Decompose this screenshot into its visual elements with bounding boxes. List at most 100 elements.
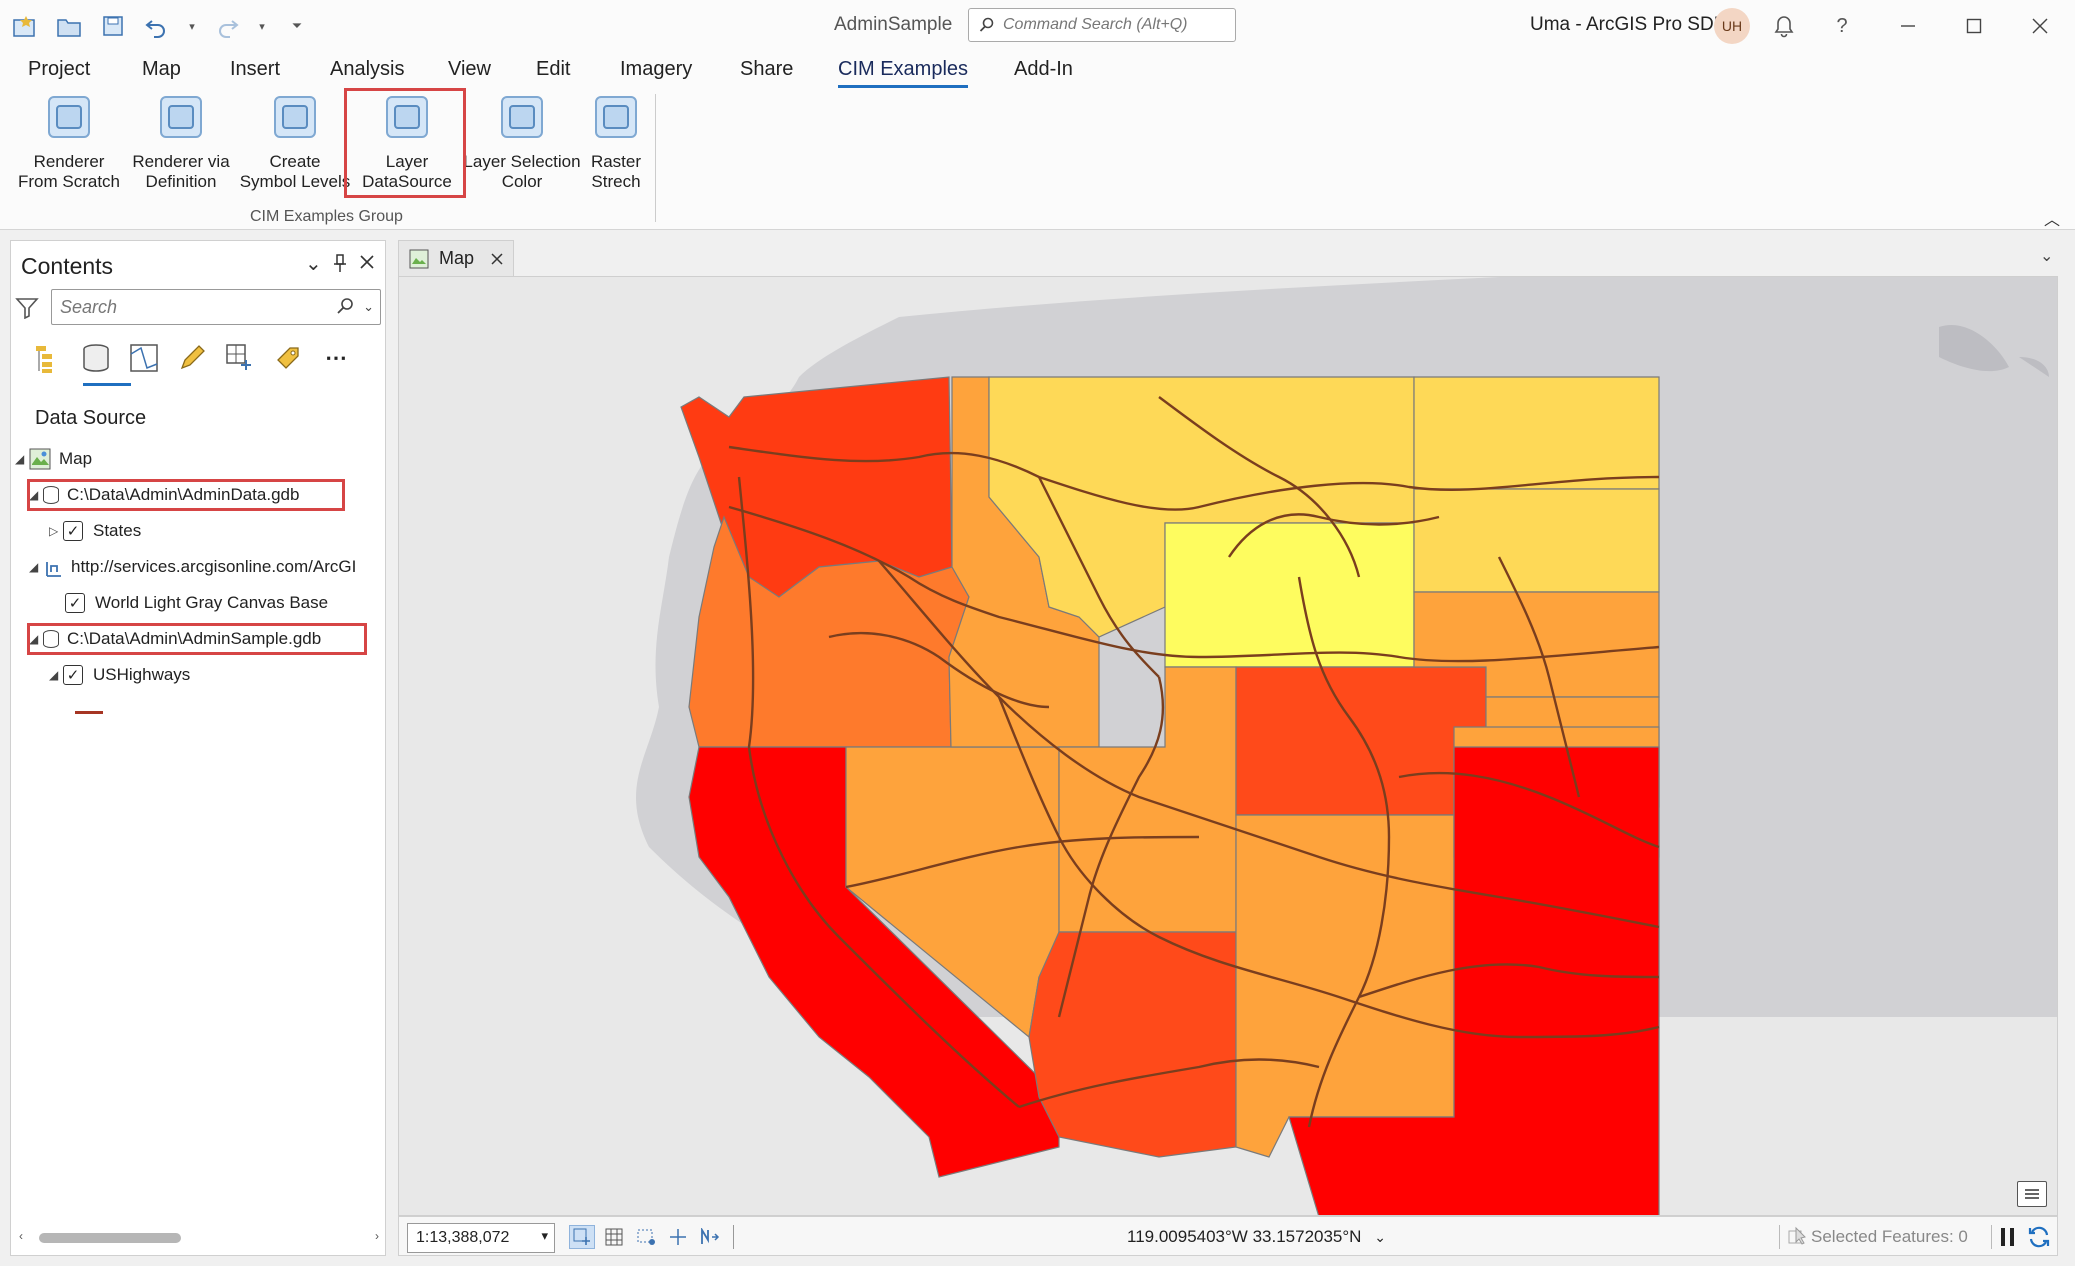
tab-share[interactable]: Share bbox=[740, 58, 793, 85]
dropdown-arrow-icon[interactable]: ▾ bbox=[541, 1228, 548, 1244]
tree-item-map[interactable]: ◢ Map bbox=[15, 445, 92, 473]
ribbon-panel: Renderer From Scratch Renderer via Defin… bbox=[0, 88, 2075, 230]
visibility-checkbox[interactable]: ✓ bbox=[63, 665, 83, 685]
tree-item-world-light-gray-canvas[interactable]: ✓ World Light Gray Canvas Base bbox=[65, 589, 328, 617]
grid-icon[interactable] bbox=[601, 1225, 627, 1249]
tab-edit[interactable]: Edit bbox=[536, 58, 570, 85]
selected-features-icon bbox=[1787, 1226, 1807, 1251]
coordinate-readout[interactable]: 119.0095403°W 33.1572035°N ⌄ bbox=[1127, 1227, 1386, 1247]
tree-item-basemap-service[interactable]: ◢ http://services.arcgisonline.com/ArcGI bbox=[29, 553, 356, 581]
constraints-icon[interactable] bbox=[665, 1225, 691, 1249]
button-label: Create Symbol Levels bbox=[239, 152, 351, 191]
tab-imagery[interactable]: Imagery bbox=[620, 58, 692, 85]
renderer-via-definition-button[interactable]: Renderer via Definition bbox=[124, 96, 238, 192]
collapse-ribbon-icon[interactable]: ︿ bbox=[2044, 206, 2060, 230]
open-project-icon[interactable] bbox=[54, 11, 84, 41]
close-icon[interactable] bbox=[2024, 10, 2056, 42]
filter-icon[interactable] bbox=[15, 297, 39, 324]
pin-icon[interactable] bbox=[333, 253, 347, 278]
tab-view[interactable]: View bbox=[448, 58, 491, 85]
pane-options-chevron-icon[interactable]: ⌄ bbox=[305, 251, 322, 276]
tab-cim-examples[interactable]: CIM Examples bbox=[838, 58, 969, 88]
raster-strech-button[interactable]: Raster Strech bbox=[584, 96, 648, 192]
list-by-labeling-icon[interactable] bbox=[271, 341, 305, 375]
create-symbol-levels-button[interactable]: Create Symbol Levels bbox=[236, 96, 354, 192]
data-source-heading: Data Source bbox=[35, 407, 147, 429]
status-separator bbox=[1991, 1225, 1992, 1249]
project-title: AdminSample bbox=[834, 14, 953, 35]
avatar[interactable]: UH bbox=[1714, 8, 1750, 44]
expand-triangle-icon[interactable]: ◢ bbox=[29, 560, 43, 574]
scroll-right-icon[interactable]: › bbox=[375, 1229, 379, 1243]
visibility-checkbox[interactable]: ✓ bbox=[65, 593, 85, 613]
redo-icon[interactable] bbox=[212, 11, 242, 41]
coordinate-format-dropdown-icon[interactable]: ⌄ bbox=[1374, 1229, 1386, 1245]
contents-pane: Contents ⌄ Search ⌄ ⋯ Data Source ◢ Map … bbox=[10, 240, 386, 1256]
map-notes-icon[interactable] bbox=[2017, 1181, 2047, 1207]
state-arizona bbox=[1028, 931, 1237, 1158]
highlight-box bbox=[344, 88, 466, 198]
scrollbar-thumb[interactable] bbox=[39, 1233, 181, 1243]
list-by-drawing-order-icon[interactable] bbox=[31, 341, 65, 375]
highlight-box bbox=[27, 623, 367, 655]
horizontal-scrollbar[interactable]: ‹ › bbox=[19, 1227, 379, 1247]
tab-insert[interactable]: Insert bbox=[230, 58, 280, 85]
list-by-selection-icon[interactable] bbox=[127, 341, 161, 375]
button-label: Renderer via Definition bbox=[132, 152, 230, 191]
service-connection-icon bbox=[46, 562, 61, 577]
generic-button-icon bbox=[595, 96, 637, 138]
help-icon[interactable]: ? bbox=[1826, 10, 1858, 42]
expand-triangle-icon[interactable]: ◢ bbox=[15, 452, 29, 466]
search-dropdown-icon[interactable]: ⌄ bbox=[363, 299, 374, 315]
refresh-icon[interactable] bbox=[2027, 1225, 2051, 1254]
grid-snap-icon[interactable] bbox=[569, 1225, 595, 1249]
tree-item-label: States bbox=[93, 521, 142, 540]
expand-triangle-icon[interactable]: ◢ bbox=[49, 668, 63, 682]
close-tab-icon[interactable] bbox=[490, 252, 504, 266]
map-view-tab[interactable]: Map bbox=[398, 240, 514, 276]
view-options-chevron-icon[interactable]: ⌄ bbox=[2040, 246, 2053, 266]
customize-toolbar-icon[interactable]: ⏷ bbox=[282, 11, 312, 41]
tab-map[interactable]: Map bbox=[142, 58, 181, 85]
correction-icon[interactable] bbox=[697, 1225, 723, 1249]
maximize-icon[interactable] bbox=[1958, 10, 1990, 42]
redo-dropdown-icon[interactable]: ▾ bbox=[256, 11, 268, 41]
more-options-icon[interactable]: ⋯ bbox=[319, 341, 353, 375]
highway-symbol-swatch bbox=[75, 711, 103, 714]
save-icon[interactable] bbox=[98, 11, 128, 41]
selected-features-count[interactable]: Selected Features: 0 bbox=[1811, 1227, 1968, 1247]
close-pane-icon[interactable] bbox=[359, 253, 375, 276]
scale-selector[interactable]: 1:13,388,072 ▾ bbox=[407, 1223, 555, 1253]
layer-selection-color-button[interactable]: Layer Selection Color bbox=[460, 96, 584, 192]
renderer-from-scratch-button[interactable]: Renderer From Scratch bbox=[10, 96, 128, 192]
undo-dropdown-icon[interactable]: ▾ bbox=[186, 11, 198, 41]
command-search-input[interactable]: Command Search (Alt+Q) bbox=[968, 8, 1236, 42]
snapping-icon[interactable] bbox=[633, 1225, 659, 1249]
contents-view-toolbar: ⋯ bbox=[31, 341, 353, 375]
tab-project[interactable]: Project bbox=[28, 58, 90, 85]
state-colorado bbox=[1235, 666, 1487, 816]
scale-value: 1:13,388,072 bbox=[416, 1229, 510, 1246]
signed-in-user[interactable]: Uma - ArcGIS Pro SDK bbox=[1530, 14, 1726, 36]
search-placeholder: Search bbox=[60, 296, 118, 317]
undo-icon[interactable] bbox=[142, 11, 172, 41]
notifications-bell-icon[interactable] bbox=[1768, 10, 1800, 42]
visibility-checkbox[interactable]: ✓ bbox=[63, 521, 83, 541]
list-by-data-source-icon[interactable] bbox=[79, 341, 113, 375]
ribbon-group-label: CIM Examples Group bbox=[250, 208, 403, 225]
contents-search-input[interactable]: Search ⌄ bbox=[51, 289, 381, 325]
tree-item-ushighways[interactable]: ◢ ✓ USHighways bbox=[49, 661, 190, 689]
new-project-icon[interactable] bbox=[10, 11, 40, 41]
minimize-icon[interactable] bbox=[1892, 10, 1924, 42]
button-label: Raster Strech bbox=[590, 152, 642, 191]
list-by-editing-pencil-icon[interactable] bbox=[175, 341, 209, 375]
button-label: Renderer From Scratch bbox=[17, 152, 121, 191]
tab-add-in[interactable]: Add-In bbox=[1014, 58, 1073, 85]
tree-item-states[interactable]: ▷ ✓ States bbox=[49, 517, 141, 545]
collapse-triangle-icon[interactable]: ▷ bbox=[49, 524, 63, 538]
scroll-left-icon[interactable]: ‹ bbox=[19, 1229, 23, 1243]
tab-analysis[interactable]: Analysis bbox=[330, 58, 404, 85]
pause-drawing-icon[interactable] bbox=[1999, 1227, 2017, 1252]
list-by-snapping-icon[interactable] bbox=[223, 341, 257, 375]
map-canvas[interactable] bbox=[398, 276, 2058, 1216]
